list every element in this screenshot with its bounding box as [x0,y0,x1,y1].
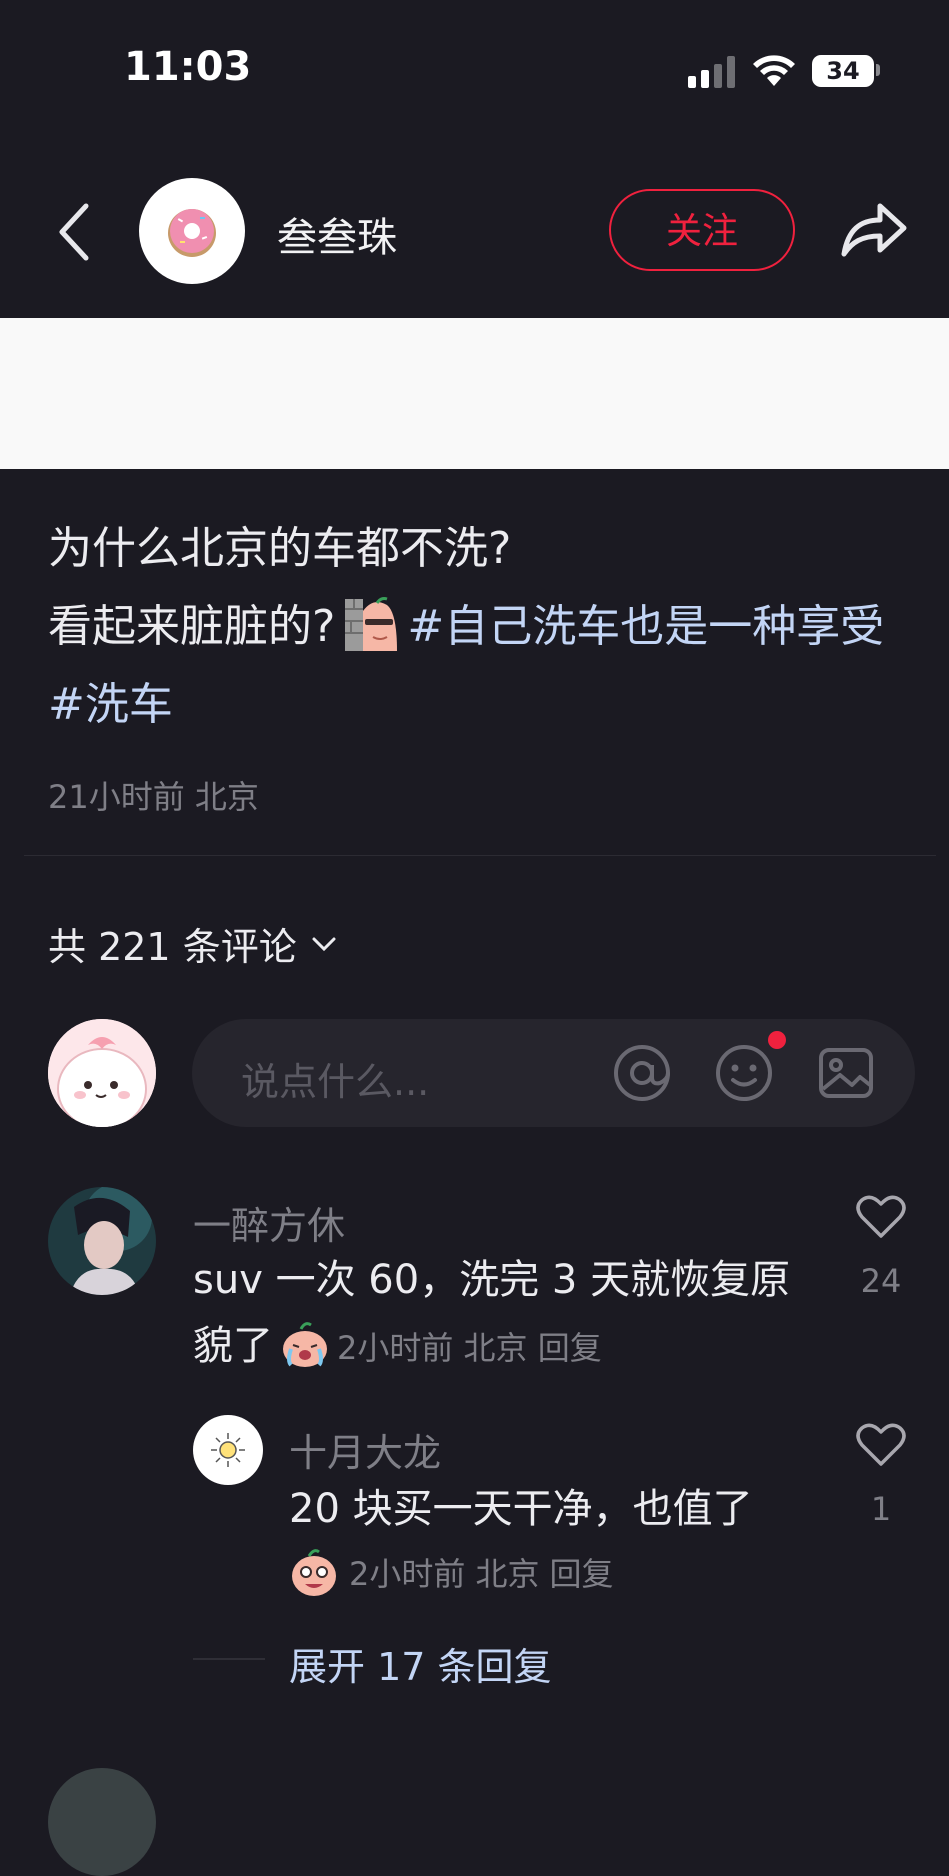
caption-line-2: 看起来脏脏的? [48,601,336,652]
at-icon[interactable] [612,1043,672,1103]
battery-indicator: 34 [812,55,874,87]
hashtag-link[interactable]: #洗车 [48,679,173,730]
post-meta: 21小时前 北京 [48,778,259,816]
crying-sticker-icon [283,1322,327,1367]
reply-meta-row: 2小时前 北京 回复 [289,1546,614,1598]
reply-time-location: 2小时前 北京 [349,1555,540,1593]
laughing-sticker-icon [292,1549,336,1596]
caption-line-1: 为什么北京的车都不洗? [48,523,512,574]
battery-tip [876,64,880,76]
share-icon[interactable] [838,196,908,262]
comment-count: 共 221 条评论 [48,925,297,969]
wifi-icon [753,55,795,86]
expand-replies-button[interactable]: 展开 17 条回复 [289,1636,552,1691]
replier-name[interactable]: 十月大龙 [289,1422,441,1477]
comment-body: suv 一次 60，洗完 3 天就恢复原貌了 2小时前 北京 回复 [193,1247,793,1381]
comment-meta: 2小时前 北京 回复 [337,1329,602,1367]
heart-icon[interactable] [856,1194,906,1240]
comment-count-sort[interactable]: 共 221 条评论 [48,916,337,971]
replier-avatar[interactable] [193,1415,263,1485]
comment-input-placeholder[interactable]: 说点什么... [241,1051,429,1106]
status-time: 11:03 [124,44,252,90]
post-caption: 为什么北京的车都不洗? 看起来脏脏的? #自己洗车也是一种享受 #洗车 [48,510,908,744]
my-avatar[interactable] [48,1019,156,1127]
divider [24,855,936,856]
author-name[interactable]: 叁叁珠 [277,205,397,263]
like-count: 1 [870,1490,892,1528]
hashtag-link[interactable]: #自己洗车也是一种享受 [407,601,884,652]
cute-mascot-icon [48,1019,156,1127]
commenter-name[interactable]: 一醉方休 [193,1195,345,1250]
portrait-image [48,1187,156,1295]
notification-dot [768,1031,786,1049]
emoji-icon[interactable] [714,1043,774,1103]
reply-text: 20 块买一天干净，也值了 [289,1486,753,1532]
like-count: 24 [860,1262,902,1300]
reply-link[interactable]: 回复 [550,1549,614,1595]
post-image[interactable] [0,318,949,469]
author-avatar[interactable] [139,178,245,284]
commenter-avatar[interactable] [48,1187,156,1295]
heart-icon[interactable] [856,1422,906,1468]
follow-button[interactable]: 关注 [609,189,795,271]
image-icon[interactable] [816,1043,876,1103]
expand-divider [193,1658,265,1660]
peeking-sticker-icon [345,597,398,651]
comment-time-location: 2小时前 北京 [337,1329,528,1367]
back-icon[interactable] [54,200,94,264]
sun-icon [211,1433,245,1467]
next-commenter-avatar[interactable] [48,1768,156,1876]
chevron-down-icon [312,937,336,951]
reply-link[interactable]: 回复 [538,1329,602,1367]
cellular-signal-icon [688,56,736,88]
donut-icon [168,209,216,257]
